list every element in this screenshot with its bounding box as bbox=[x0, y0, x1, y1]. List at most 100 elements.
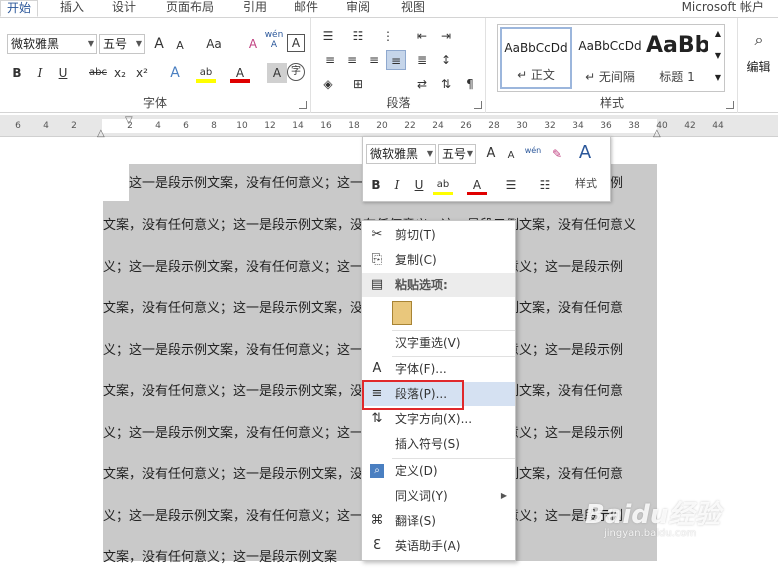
first-line-indent-marker[interactable]: ▽ bbox=[125, 115, 133, 126]
align-center-icon[interactable]: ≡ bbox=[342, 50, 362, 70]
italic-button[interactable]: I bbox=[30, 63, 50, 83]
multilevel-list-icon[interactable]: ⋮ bbox=[378, 26, 398, 46]
scroll-up-icon[interactable]: ▲ bbox=[715, 29, 721, 38]
styles-dialog-launcher[interactable] bbox=[726, 101, 734, 109]
increase-indent-icon[interactable]: ⇥ bbox=[436, 26, 456, 46]
highlight-button[interactable]: ab bbox=[196, 63, 216, 83]
menu-item-copy[interactable]: ⎘ 复制(C) bbox=[362, 248, 515, 272]
underline-button[interactable]: U bbox=[53, 63, 73, 83]
menu-item-define[interactable]: ⌕ 定义(D) bbox=[362, 459, 515, 483]
mini-highlight-button[interactable]: ab bbox=[433, 175, 453, 195]
shading-icon[interactable]: ◈ bbox=[318, 74, 338, 94]
font-color-button[interactable]: A bbox=[230, 63, 250, 83]
ruler-number: 22 bbox=[404, 121, 416, 131]
menu-label: 粘贴选项: bbox=[395, 278, 448, 292]
mini-phonetic-button[interactable]: wén bbox=[523, 141, 543, 161]
font-size-combo[interactable]: 五号 ▼ bbox=[99, 34, 145, 54]
mini-shrink-font-button[interactable]: A bbox=[501, 146, 521, 166]
font-name-combo[interactable]: 微软雅黑 ▼ bbox=[7, 34, 97, 54]
menu-item-cut[interactable]: ✂ 剪切(T) bbox=[362, 223, 515, 247]
text-effects-button[interactable]: A bbox=[165, 63, 185, 83]
mini-toolbar: 微软雅黑 ▼ 五号 ▼ A A wén ✎ A 样式 B I U ab A ☰ ☷ bbox=[362, 136, 611, 202]
bold-button[interactable]: B bbox=[7, 63, 27, 83]
shrink-font-button[interactable]: A bbox=[170, 36, 190, 56]
ruler-number: 28 bbox=[488, 121, 500, 131]
style-no-spacing[interactable]: AaBbCcDd ↵ 无间隔 bbox=[574, 27, 646, 89]
clipboard-icon bbox=[392, 301, 412, 325]
mini-italic-button[interactable]: I bbox=[387, 175, 407, 195]
mini-bullets-icon[interactable]: ☰ bbox=[501, 175, 521, 195]
style-sample: AaBb bbox=[646, 33, 708, 58]
menu-item-english-helper[interactable]: Ɛ 英语助手(A) bbox=[362, 534, 515, 558]
tab-references[interactable]: 引用 bbox=[237, 0, 273, 17]
editing-label[interactable]: 编辑 bbox=[739, 58, 778, 75]
character-shading-button[interactable]: A bbox=[267, 63, 287, 83]
distributed-icon[interactable]: ≣ bbox=[412, 50, 432, 70]
superscript-button[interactable]: x² bbox=[132, 63, 152, 83]
strikethrough-button[interactable]: abc bbox=[86, 63, 110, 83]
mini-numbering-icon[interactable]: ☷ bbox=[535, 175, 555, 195]
mini-styles-label[interactable]: 样式 bbox=[575, 175, 597, 191]
tab-page-layout[interactable]: 页面布局 bbox=[160, 0, 220, 17]
menu-item-font[interactable]: A 字体(F)... bbox=[362, 357, 515, 381]
define-icon: ⌕ bbox=[370, 464, 384, 478]
menu-label: 英语助手(A) bbox=[395, 539, 461, 553]
sort-icon[interactable]: ⇅ bbox=[436, 74, 456, 94]
chevron-down-icon: ▼ bbox=[426, 149, 433, 158]
horizontal-ruler[interactable]: 6 4 2 2 4 6 8 10 12 14 16 18 20 22 24 26… bbox=[0, 115, 778, 139]
ruler-number: 6 bbox=[183, 121, 189, 131]
change-case-button[interactable]: Aa bbox=[198, 34, 230, 54]
ruler-number: 30 bbox=[516, 121, 528, 131]
paragraph-dialog-launcher[interactable] bbox=[474, 101, 482, 109]
tab-mailings[interactable]: 邮件 bbox=[288, 0, 324, 17]
tab-design[interactable]: 设计 bbox=[106, 0, 142, 17]
account-link[interactable]: Microsoft 帐户 bbox=[682, 0, 764, 14]
mini-bold-button[interactable]: B bbox=[366, 175, 386, 195]
paste-icon: ▤ bbox=[370, 277, 384, 292]
show-marks-icon[interactable]: ¶ bbox=[460, 74, 480, 94]
align-left-icon[interactable]: ≡ bbox=[320, 50, 340, 70]
font-dialog-launcher[interactable] bbox=[299, 101, 307, 109]
mini-font-color-button[interactable]: A bbox=[467, 175, 487, 195]
scroll-down-icon[interactable]: ▼ bbox=[715, 51, 721, 60]
menu-label: 字体(F)... bbox=[395, 362, 447, 376]
numbering-icon[interactable]: ☷ bbox=[348, 26, 368, 46]
justify-icon[interactable]: ≡ bbox=[386, 50, 406, 70]
chinese-layout-icon[interactable]: ⇄ bbox=[412, 74, 432, 94]
tab-insert[interactable]: 插入 bbox=[54, 0, 90, 17]
tab-review[interactable]: 审阅 bbox=[340, 0, 376, 17]
menu-item-insert-symbol[interactable]: 插入符号(S) bbox=[362, 432, 515, 456]
bullets-icon[interactable]: ☰ bbox=[318, 26, 338, 46]
align-right-icon[interactable]: ≡ bbox=[364, 50, 384, 70]
menu-item-text-direction[interactable]: ⇅ 文字方向(X)... bbox=[362, 407, 515, 431]
menu-item-paste-keep-text[interactable] bbox=[362, 299, 515, 329]
menu-item-synonyms[interactable]: 同义词(Y) ▶ bbox=[362, 484, 515, 508]
menu-item-translate[interactable]: ⌘ 翻译(S) bbox=[362, 509, 515, 533]
binoculars-icon[interactable]: ⌕ bbox=[749, 30, 769, 50]
mini-font-name-combo[interactable]: 微软雅黑 ▼ bbox=[366, 144, 436, 164]
enclose-char-button[interactable]: 字 bbox=[287, 63, 305, 81]
style-heading-1[interactable]: AaBb 标题 1 bbox=[646, 27, 708, 89]
subscript-button[interactable]: x₂ bbox=[110, 63, 130, 83]
tab-home[interactable]: 开始 bbox=[0, 0, 39, 17]
style-sample: AaBbCcDd bbox=[504, 41, 568, 55]
more-styles-icon[interactable]: ▼ bbox=[715, 73, 721, 82]
mini-font-size-value: 五号 bbox=[442, 147, 467, 161]
mini-format-painter-icon[interactable]: ✎ bbox=[547, 144, 567, 164]
character-border-button[interactable]: A bbox=[287, 34, 305, 52]
style-normal[interactable]: AaBbCcDd ↵ 正文 bbox=[500, 27, 572, 89]
clear-format-button[interactable]: A bbox=[243, 34, 263, 54]
borders-icon[interactable]: ⊞ bbox=[348, 74, 368, 94]
style-name: 标题 1 bbox=[659, 70, 695, 84]
mini-styles-icon[interactable]: A bbox=[575, 143, 595, 163]
grow-font-button[interactable]: A bbox=[149, 34, 169, 54]
mini-grow-font-button[interactable]: A bbox=[481, 144, 501, 164]
mini-underline-button[interactable]: U bbox=[409, 175, 429, 195]
menu-item-reconvert[interactable]: 汉字重选(V) bbox=[362, 331, 515, 355]
phonetic-guide-button[interactable]: wén A bbox=[264, 30, 284, 50]
mini-font-size-combo[interactable]: 五号 ▼ bbox=[438, 144, 476, 164]
line-spacing-icon[interactable]: ↕ bbox=[436, 50, 456, 70]
decrease-indent-icon[interactable]: ⇤ bbox=[412, 26, 432, 46]
tab-view[interactable]: 视图 bbox=[395, 0, 431, 17]
menu-label: 文字方向(X)... bbox=[395, 412, 473, 426]
